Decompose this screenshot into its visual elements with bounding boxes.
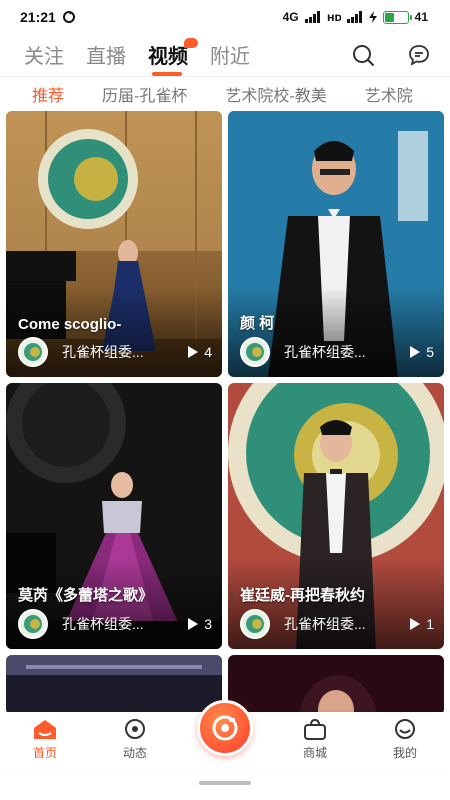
author-avatar[interactable]	[18, 337, 48, 367]
video-meta: 孔雀杯组委... 4	[18, 337, 212, 367]
video-card[interactable]: 崔廷威-再把春秋约 孔雀杯组委... 1	[228, 383, 444, 649]
tab-live[interactable]: 直播	[86, 40, 126, 69]
signal-2-icon	[346, 11, 362, 23]
svg-text:HD: HD	[327, 14, 341, 23]
tab-nearby[interactable]: 附近	[210, 40, 250, 69]
camera-icon	[212, 715, 238, 741]
video-card[interactable]: 颜 柯 孔雀杯组委... 5	[228, 111, 444, 377]
peacock-logo-icon	[242, 339, 268, 365]
peacock-logo-icon	[20, 339, 46, 365]
charging-icon	[368, 11, 377, 23]
author-avatar[interactable]	[18, 609, 48, 639]
network-label: 4G	[282, 10, 299, 24]
battery-icon	[382, 10, 412, 24]
subtab-art-academy[interactable]: 艺术院校-教美	[225, 82, 326, 106]
author-name: 孔雀杯组委...	[284, 344, 366, 360]
chat-icon	[409, 45, 429, 66]
battery-percent: 41	[414, 10, 428, 24]
video-thumbnail	[6, 655, 222, 715]
peacock-logo-icon	[20, 611, 46, 637]
play-icon	[410, 618, 421, 630]
message-button[interactable]	[406, 42, 432, 68]
search-button[interactable]	[350, 42, 376, 68]
play-count: 5	[410, 344, 434, 360]
video-card[interactable]	[6, 655, 222, 715]
nav-home[interactable]: 首页	[0, 712, 90, 768]
subtab-art-academy-more[interactable]: 艺术院	[365, 82, 413, 106]
play-count: 3	[188, 616, 212, 632]
subtab-recommend[interactable]: 推荐	[32, 82, 64, 106]
video-title: 莫芮《多蕾塔之歌》	[18, 587, 154, 604]
author-name: 孔雀杯组委...	[284, 616, 366, 632]
search-icon	[353, 45, 374, 66]
video-meta: 孔雀杯组委... 3	[18, 609, 212, 639]
sub-tabs: 推荐 历届-孔雀杯 艺术院校-教美 艺术院	[0, 78, 450, 110]
home-icon	[34, 720, 56, 739]
video-thumbnail	[228, 655, 444, 715]
active-tab-indicator	[152, 71, 182, 76]
author-avatar[interactable]	[240, 337, 270, 367]
author-name: 孔雀杯组委...	[62, 616, 144, 632]
status-bar: 21:21 4G HD 41	[0, 0, 450, 34]
tab-video[interactable]: 视频	[148, 37, 198, 76]
home-indicator	[199, 781, 251, 785]
camera-button[interactable]	[197, 700, 253, 756]
nav-profile[interactable]: 我的	[360, 712, 450, 768]
video-card[interactable]: Come scoglio- 孔雀杯组委... 4	[6, 111, 222, 377]
play-count: 4	[188, 344, 212, 360]
tab-follow[interactable]: 关注	[24, 40, 64, 69]
play-count: 1	[410, 616, 434, 632]
video-title: 颜 柯	[240, 315, 275, 332]
video-card[interactable]: 莫芮《多蕾塔之歌》 孔雀杯组委... 3	[6, 383, 222, 649]
shopping-bag-icon	[304, 718, 326, 740]
play-icon	[188, 346, 199, 358]
feed-icon	[125, 719, 145, 739]
profile-icon	[395, 719, 415, 739]
video-title: Come scoglio-	[18, 316, 122, 333]
video-meta: 孔雀杯组委... 1	[240, 609, 434, 639]
status-time: 21:21	[20, 9, 56, 25]
video-card[interactable]	[228, 655, 444, 715]
video-meta: 孔雀杯组委... 5	[240, 337, 434, 367]
nav-feed[interactable]: 动态	[90, 712, 180, 768]
header-divider	[0, 76, 450, 77]
signal-icon	[304, 11, 320, 23]
author-avatar[interactable]	[240, 609, 270, 639]
peacock-logo-icon	[242, 611, 268, 637]
subtab-past-peacock-cup[interactable]: 历届-孔雀杯	[102, 82, 187, 106]
play-icon	[410, 346, 421, 358]
sync-icon	[62, 11, 75, 23]
author-name: 孔雀杯组委...	[62, 344, 144, 360]
video-title: 崔廷威-再把春秋约	[240, 587, 365, 604]
play-icon	[188, 618, 199, 630]
hd-icon: HD	[327, 14, 341, 23]
new-dot-icon	[184, 37, 198, 48]
nav-mall[interactable]: 商城	[270, 712, 360, 768]
